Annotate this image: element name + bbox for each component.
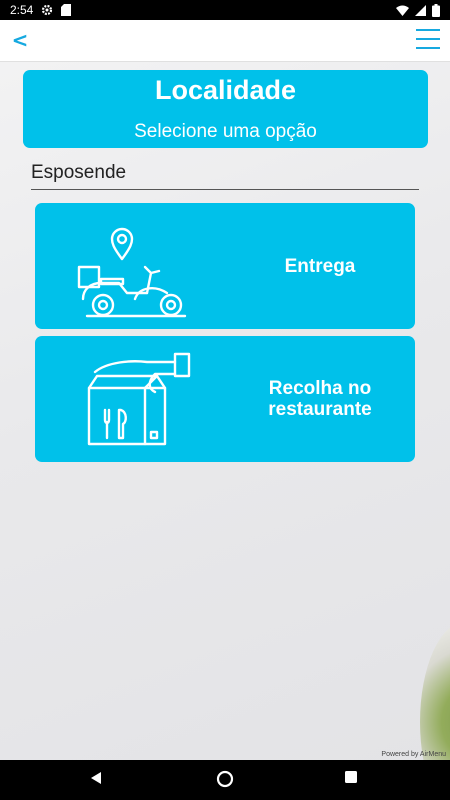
battery-icon [432,3,440,17]
sd-card-icon [61,4,72,16]
delivery-option-label: Entrega [284,256,356,277]
main-content: Localidade Selecione uma opção Esposende [0,62,450,760]
page-subtitle: Selecione uma opção [134,121,317,142]
hamburger-menu-icon[interactable] [416,29,440,51]
gear-icon [41,4,53,16]
system-nav-bar [0,760,450,800]
status-bar: 2:54 [0,0,450,20]
title-card: Localidade Selecione uma opção [23,70,428,148]
recents-square-icon[interactable] [344,770,364,790]
food-plate-decoration [420,622,450,760]
status-time: 2:54 [10,3,34,17]
pickup-option-label: Recolha no restaurante [268,378,372,420]
pickup-option-button[interactable]: Recolha no restaurante [35,336,415,462]
screen: 2:54 < Localidade Selecione uma opção Es… [0,0,450,800]
delivery-option-button[interactable]: Entrega [35,203,415,329]
page-title: Localidade [154,75,297,105]
scooter-delivery-icon [75,215,195,319]
signal-icon [415,4,426,16]
location-select[interactable]: Esposende [31,160,419,190]
back-triangle-icon[interactable] [88,770,108,790]
takeaway-bag-icon [75,348,195,452]
app-header: < [0,20,450,62]
powered-by-text: Powered by AirMenu [381,751,446,758]
home-circle-icon[interactable] [216,770,236,790]
wifi-icon [396,5,409,16]
back-button[interactable]: < [6,26,34,54]
